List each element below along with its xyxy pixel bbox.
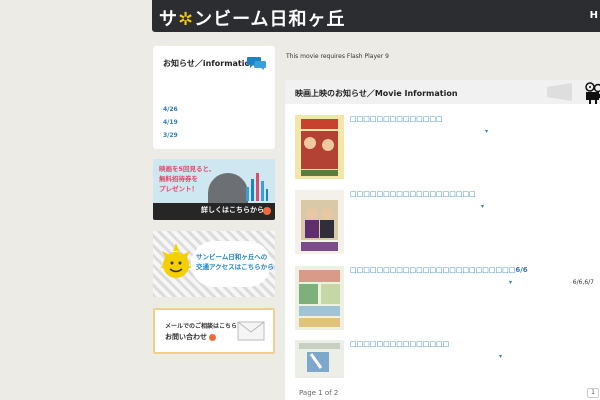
envelope-icon (237, 321, 265, 341)
ticket-banner-line: 無料招待券を (159, 175, 198, 183)
arrow-circle-icon (209, 333, 216, 341)
access-banner[interactable]: サンビーム日和ヶ丘への 交通アクセスはこちらから (153, 231, 275, 297)
movie-info-header: 映画上映のお知らせ／Movie Information (285, 80, 600, 104)
movie-poster-thumbnail[interactable] (295, 190, 344, 254)
movie-info-title: 映画上映のお知らせ／Movie Information (295, 89, 458, 98)
arrow-circle-icon (263, 207, 271, 215)
information-title: お知らせ／information (163, 59, 256, 68)
screening-dates: 6/6,6/7 (572, 279, 594, 286)
logo-text-part: ンビ (194, 9, 233, 30)
pagination-button[interactable]: 1 (587, 388, 599, 398)
news-date-list: 4/26 4/19 3/29 (163, 103, 178, 142)
movie-item-marker: ▾ (509, 279, 513, 286)
information-box: お知らせ／information 4/26 4/19 3/29 (153, 46, 275, 149)
movie-poster-thumbnail[interactable] (295, 115, 344, 179)
access-banner-line: サンビーム日和ヶ丘への (196, 253, 268, 261)
bar-graphic-icon (246, 173, 268, 201)
ticket-banner-link: 詳しくはこちらから (201, 206, 264, 214)
pagination-label: Page 1 of 2 (299, 389, 339, 397)
movie-list-item[interactable]: □□□□□□□□□□□□□□□□□□□□□□□□□6/6 6/6,6/7 ▾ (295, 266, 600, 336)
film-projector-icon (585, 82, 600, 104)
ticket-banner-text: 映画を5回見ると、 無料招待券を プレゼント！ (159, 164, 215, 194)
movie-list-item[interactable]: □□□□□□□□□□□□□□□ ▾ (295, 340, 600, 380)
news-date-link[interactable]: 4/19 (163, 116, 178, 129)
logo-sun-glyph: ✲ (178, 9, 195, 30)
logo-text-part: サ (159, 9, 178, 30)
movie-title-link[interactable]: □□□□□□□□□□□□□□□□□□□ (350, 190, 476, 198)
movie-poster-thumbnail[interactable] (295, 340, 344, 378)
sun-character-icon (160, 243, 192, 278)
access-banner-line: 交通アクセスはこちらから (196, 262, 274, 272)
flash-player-note: This movie requires Flash Player 9 (286, 53, 389, 60)
ticket-banner-line: 映画を5回見ると、 (159, 165, 216, 173)
chat-bubbles-icon (247, 57, 266, 70)
contact-banner[interactable]: メールでのご相談はこちら お問い合わせ (153, 308, 275, 354)
movie-item-marker: ▾ (481, 203, 485, 210)
news-date-link[interactable]: 4/26 (163, 103, 178, 116)
movie-item-marker: ▾ (499, 353, 503, 360)
contact-banner-text: メールでのご相談はこちら お問い合わせ (165, 321, 237, 343)
access-text-part: 交通アクセスは (196, 263, 242, 271)
header-nav-item[interactable]: H (590, 10, 598, 21)
movie-item-marker: ▾ (485, 128, 489, 135)
logo-text-part: ーム日和ヶ丘 (232, 9, 346, 30)
contact-banner-line: お問い合わせ (165, 332, 237, 343)
contact-banner-line: メールでのご相談はこちら (165, 323, 238, 330)
contact-link-text: お問い合わせ (165, 333, 207, 341)
movie-title-link[interactable]: □□□□□□□□□□□□□□□□□□□□□□□□□6/6 (350, 266, 528, 274)
movie-info-panel: 映画上映のお知らせ／Movie Information □□□□□□□□□□□□… (285, 80, 600, 400)
movie-list-item[interactable]: □□□□□□□□□□□□□□□□□□□ ▾ (295, 190, 600, 260)
access-banner-text: サンビーム日和ヶ丘への 交通アクセスはこちらから (196, 252, 274, 272)
news-date-link[interactable]: 3/29 (163, 129, 178, 142)
ticket-banner-line: プレゼント！ (159, 185, 198, 193)
site-header: サ✲ンビーム日和ヶ丘 H (152, 0, 600, 32)
movie-list-item[interactable]: □□□□□□□□□□□□□□ ▾ (295, 115, 600, 185)
light-beam-icon (547, 83, 572, 101)
movie-poster-thumbnail[interactable] (295, 266, 344, 330)
ticket-campaign-banner[interactable]: 映画を5回見ると、 無料招待券を プレゼント！ 詳しくはこちらから (153, 159, 275, 220)
access-link-part: こちらから (241, 263, 274, 271)
movie-title-link[interactable]: □□□□□□□□□□□□□□ (350, 115, 443, 123)
movie-title-link[interactable]: □□□□□□□□□□□□□□□ (350, 340, 449, 348)
site-logo[interactable]: サ✲ンビーム日和ヶ丘 (159, 5, 346, 31)
